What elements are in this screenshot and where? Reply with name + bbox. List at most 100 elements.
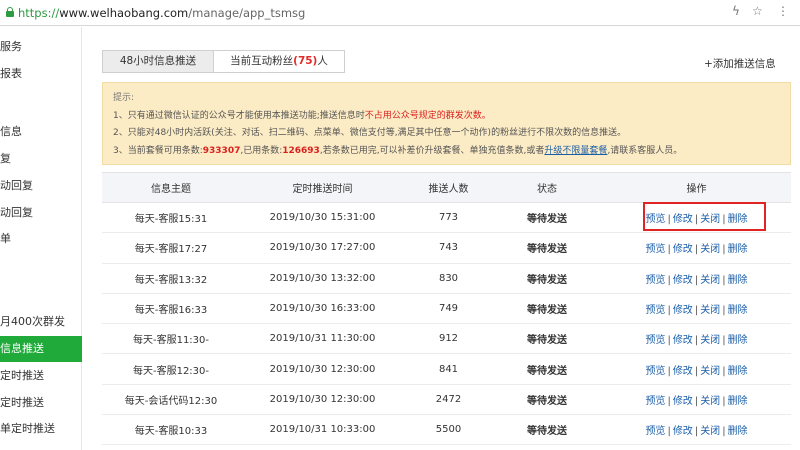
sidebar-item-scheduled-push-1[interactable]: 定时推送 bbox=[0, 363, 82, 389]
sidebar-item-auto-reply-2[interactable]: 动回复 bbox=[0, 200, 82, 226]
preview-link[interactable]: 预览 bbox=[645, 214, 665, 225]
delete-link[interactable]: 删除 bbox=[728, 426, 748, 437]
edit-link[interactable]: 修改 bbox=[673, 335, 693, 346]
close-link[interactable]: 关闭 bbox=[700, 214, 720, 225]
edit-link[interactable]: 修改 bbox=[673, 426, 693, 437]
sidebar-item-report[interactable]: 报表 bbox=[0, 61, 82, 87]
cell-count: 2472 bbox=[405, 384, 492, 416]
sidebar-item-info-push[interactable]: 信息推送 bbox=[0, 336, 82, 362]
sidebar-item-label: 定时推送 bbox=[0, 369, 44, 382]
cell-actions: 预览 | 修改 | 关闭 | 删除 bbox=[602, 293, 791, 325]
sidebar-item-blank-2[interactable] bbox=[0, 253, 82, 279]
add-push-message-link[interactable]: +添加推送信息 bbox=[704, 56, 776, 71]
notice-line-3-text-a: 3、当前套餐可用条数: bbox=[113, 145, 203, 156]
sidebar-item-scheduled-push-2[interactable]: 定时推送 bbox=[0, 390, 82, 416]
notice-line-3: 3、当前套餐可用条数:933307,已用条数:126693,若条数已用完,可以补… bbox=[113, 143, 780, 161]
sidebar-item-mass-send[interactable]: 月400次群发 bbox=[0, 309, 82, 335]
delete-link[interactable]: 删除 bbox=[728, 335, 748, 346]
sidebar-item-blank-1[interactable] bbox=[0, 88, 82, 114]
edit-link[interactable]: 修改 bbox=[673, 275, 693, 286]
cell-count: 749 bbox=[405, 293, 492, 325]
edit-link[interactable]: 修改 bbox=[673, 214, 693, 225]
cell-time: 2019/10/30 13:32:00 bbox=[240, 263, 405, 294]
sidebar-item-service[interactable]: 服务 bbox=[0, 34, 82, 60]
preview-link[interactable]: 预览 bbox=[645, 335, 665, 346]
cell-count: 912 bbox=[405, 323, 492, 355]
preview-link[interactable]: 预览 bbox=[645, 366, 665, 377]
edit-link[interactable]: 修改 bbox=[673, 305, 693, 316]
sidebar-item-label: 单 bbox=[0, 232, 11, 245]
header-status: 状态 bbox=[492, 172, 602, 203]
cell-status: 等待发送 bbox=[492, 202, 602, 234]
upgrade-unlimited-link[interactable]: 升级不限量套餐 bbox=[544, 146, 607, 156]
header-count: 推送人数 bbox=[405, 172, 492, 203]
lightning-icon[interactable]: ϟ bbox=[732, 4, 740, 18]
delete-link[interactable]: 删除 bbox=[728, 305, 748, 316]
table-row: 每天-客服17:27 2019/10/30 17:27:00 743 等待发送 … bbox=[102, 232, 791, 264]
close-link[interactable]: 关闭 bbox=[700, 396, 720, 407]
cell-actions: 预览 | 修改 | 关闭 | 删除 bbox=[602, 414, 791, 446]
sidebar-item-label: 报表 bbox=[0, 67, 22, 80]
edit-link[interactable]: 修改 bbox=[673, 366, 693, 377]
tab-fans-suffix: 人 bbox=[317, 55, 328, 67]
address-bar[interactable]: https://www.welhaobang.com/manage/app_ts… bbox=[0, 0, 800, 26]
sidebar: 服务 报表 信息 复 动回复 动回复 单 月400次群发 信息推送 定时推送 定… bbox=[0, 27, 82, 450]
close-link[interactable]: 关闭 bbox=[700, 244, 720, 255]
sidebar-item-blank-3[interactable] bbox=[0, 280, 82, 306]
close-link[interactable]: 关闭 bbox=[700, 366, 720, 377]
sidebar-item-reply[interactable]: 复 bbox=[0, 146, 82, 172]
sidebar-item-menu[interactable]: 单 bbox=[0, 226, 82, 252]
preview-link[interactable]: 预览 bbox=[645, 275, 665, 286]
table-row: 每天-客服11:30- 2019/10/31 11:30:00 912 等待发送… bbox=[102, 323, 791, 355]
sidebar-item-label: 信息推送 bbox=[0, 342, 44, 355]
cell-count: 773 bbox=[405, 202, 492, 234]
sidebar-item-single-scheduled-push[interactable]: 单定时推送 bbox=[0, 416, 82, 442]
notice-line-3-text-b: ,已用条数: bbox=[240, 145, 283, 156]
cell-status: 等待发送 bbox=[492, 414, 602, 446]
cell-subject: 每天-客服17:27 bbox=[102, 232, 240, 264]
preview-link[interactable]: 预览 bbox=[645, 244, 665, 255]
sidebar-item-label: 动回复 bbox=[0, 179, 33, 192]
delete-link[interactable]: 删除 bbox=[728, 244, 748, 255]
cell-count: 5500 bbox=[405, 414, 492, 446]
table-row: 每天-客服12:30- 2019/10/30 12:30:00 841 等待发送… bbox=[102, 353, 791, 385]
delete-link[interactable]: 删除 bbox=[728, 396, 748, 407]
notice-line-1-text: 1、只有通过微信认证的公众号才能使用本推送功能;推送信息时 bbox=[113, 110, 365, 121]
edit-link[interactable]: 修改 bbox=[673, 396, 693, 407]
star-icon[interactable]: ☆ bbox=[752, 4, 763, 18]
sidebar-item-auto-reply-1[interactable]: 动回复 bbox=[0, 173, 82, 199]
cell-subject: 每天-客服16:33 bbox=[102, 293, 240, 325]
cell-status: 等待发送 bbox=[492, 353, 602, 385]
cell-subject: 每天-客服12:30- bbox=[102, 353, 240, 385]
sidebar-item-label: 定时推送 bbox=[0, 396, 44, 409]
cell-time: 2019/10/30 15:31:00 bbox=[240, 202, 405, 234]
menu-dots-icon[interactable]: ⋮ bbox=[777, 4, 789, 18]
cell-time: 2019/10/30 16:33:00 bbox=[240, 293, 405, 325]
close-link[interactable]: 关闭 bbox=[700, 426, 720, 437]
delete-link[interactable]: 删除 bbox=[728, 366, 748, 377]
tab-48h-push[interactable]: 48小时信息推送 bbox=[102, 50, 214, 73]
url-text[interactable]: https://www.welhaobang.com/manage/app_ts… bbox=[18, 6, 305, 20]
edit-link[interactable]: 修改 bbox=[673, 244, 693, 255]
notice-line-1: 1、只有通过微信认证的公众号才能使用本推送功能;推送信息时不占用公众号规定的群发… bbox=[113, 108, 780, 126]
sidebar-item-info[interactable]: 信息 bbox=[0, 119, 82, 145]
delete-link[interactable]: 删除 bbox=[728, 214, 748, 225]
delete-link[interactable]: 删除 bbox=[728, 275, 748, 286]
notice-line-3-text-d: ,请联系客服人员。 bbox=[607, 145, 683, 156]
close-link[interactable]: 关闭 bbox=[700, 305, 720, 316]
notice-line-2: 2、只能对48小时内活跃(关注、对话、扫二维码、点菜单、微信支付等,满足其中任意… bbox=[113, 128, 627, 138]
cell-count: 743 bbox=[405, 232, 492, 264]
sidebar-item-label: 动回复 bbox=[0, 206, 33, 219]
cell-status: 等待发送 bbox=[492, 232, 602, 264]
cell-status: 等待发送 bbox=[492, 384, 602, 416]
cell-actions: 预览 | 修改 | 关闭 | 删除 bbox=[602, 202, 791, 234]
cell-subject: 每天-客服11:30- bbox=[102, 323, 240, 355]
preview-link[interactable]: 预览 bbox=[645, 426, 665, 437]
preview-link[interactable]: 预览 bbox=[645, 305, 665, 316]
close-link[interactable]: 关闭 bbox=[700, 275, 720, 286]
preview-link[interactable]: 预览 bbox=[645, 396, 665, 407]
table-row: 每天-会话代码12:30 2019/10/30 12:30:00 2472 等待… bbox=[102, 384, 791, 416]
tab-fans-prefix: 当前互动粉丝 bbox=[230, 55, 294, 67]
close-link[interactable]: 关闭 bbox=[700, 335, 720, 346]
tab-active-fans[interactable]: 当前互动粉丝(75)人 bbox=[214, 50, 345, 73]
